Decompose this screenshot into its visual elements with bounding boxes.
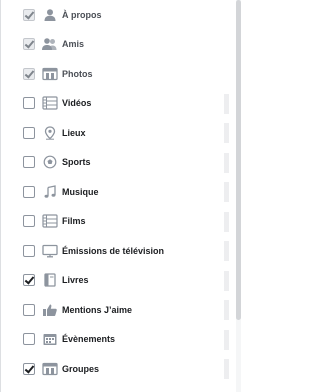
section-label: Films [62, 216, 86, 227]
tv-icon [41, 244, 58, 258]
map-pin-icon [41, 126, 58, 140]
section-row-groupes[interactable]: Groupes [1, 354, 229, 384]
section-checkbox [23, 38, 35, 51]
drag-handle-icon[interactable] [224, 123, 229, 143]
person-icon [41, 8, 58, 22]
section-label: Émissions de télévision [62, 245, 165, 256]
section-checkbox [23, 67, 35, 80]
checkmark-icon [24, 363, 35, 374]
section-checkbox[interactable] [23, 244, 35, 257]
drag-handle-icon[interactable] [224, 93, 229, 114]
drag-handle-icon[interactable] [224, 182, 229, 202]
book-icon [41, 273, 58, 287]
scrollbar[interactable] [236, 0, 241, 392]
drag-handle-icon[interactable] [224, 300, 229, 320]
drag-handle-icon[interactable] [224, 152, 229, 173]
section-label: Musique [62, 186, 99, 197]
drag-handle-icon[interactable] [224, 359, 229, 379]
section-checkbox[interactable] [23, 303, 35, 316]
section-checkbox[interactable] [23, 333, 35, 346]
section-row-evenements[interactable]: Évènements [1, 325, 229, 355]
section-checkbox[interactable] [23, 215, 35, 228]
checkmark-icon [24, 38, 35, 49]
section-checkbox[interactable] [23, 97, 35, 110]
section-checkbox[interactable] [23, 156, 35, 169]
section-label: À propos [62, 9, 102, 20]
section-row-musique[interactable]: Musique [1, 177, 229, 207]
section-label: Vidéos [62, 98, 92, 109]
music-note-icon [41, 184, 58, 199]
section-label: Photos [62, 68, 93, 79]
section-checkbox[interactable] [23, 362, 35, 375]
section-row-lieux[interactable]: Lieux [1, 118, 229, 148]
section-row-livres[interactable]: Livres [1, 266, 229, 296]
section-row-films[interactable]: Films [1, 207, 229, 237]
section-label: Lieux [62, 127, 86, 138]
section-label: Groupes [62, 363, 100, 374]
sports-ball-icon [41, 155, 58, 169]
section-row-photos[interactable]: Photos [1, 59, 229, 89]
calendar-icon [41, 332, 58, 346]
section-label: Sports [62, 157, 91, 168]
drag-handle-icon[interactable] [224, 270, 229, 291]
scrollbar-thumb[interactable] [236, 0, 241, 320]
section-row-sports[interactable]: Sports [1, 148, 229, 178]
section-checkbox [23, 8, 35, 21]
friends-icon [41, 37, 58, 51]
drag-handle-icon[interactable] [224, 241, 229, 261]
section-label: Mentions J’aime [62, 304, 133, 315]
like-icon [41, 303, 58, 317]
section-checkbox[interactable] [23, 274, 35, 287]
section-row-emissions-de-television[interactable]: Émissions de télévision [1, 236, 229, 266]
film-strip-icon [41, 214, 58, 228]
section-row-amis[interactable]: Amis [1, 30, 229, 60]
sections-list: À propos Amis Photos Vidéos Lieux Sports Musiq… [1, 0, 229, 384]
section-checkbox[interactable] [23, 126, 35, 139]
section-label: Amis [62, 39, 85, 50]
groups-icon [41, 362, 58, 376]
section-row-videos[interactable]: Vidéos [1, 89, 229, 119]
checkmark-icon [24, 274, 35, 285]
sections-panel: À propos Amis Photos Vidéos Lieux Sports Musiq… [0, 0, 241, 392]
film-strip-icon [41, 96, 58, 110]
section-row-mentions-j-aime[interactable]: Mentions J’aime [1, 295, 229, 325]
section-checkbox[interactable] [23, 185, 35, 198]
section-row-a-propos[interactable]: À propos [1, 0, 229, 30]
photos-icon [41, 67, 58, 81]
drag-handle-icon[interactable] [224, 329, 229, 350]
checkmark-icon [24, 68, 35, 79]
section-label: Évènements [62, 334, 116, 345]
checkmark-icon [24, 9, 35, 20]
drag-handle-icon[interactable] [224, 211, 229, 232]
section-label: Livres [62, 275, 89, 286]
